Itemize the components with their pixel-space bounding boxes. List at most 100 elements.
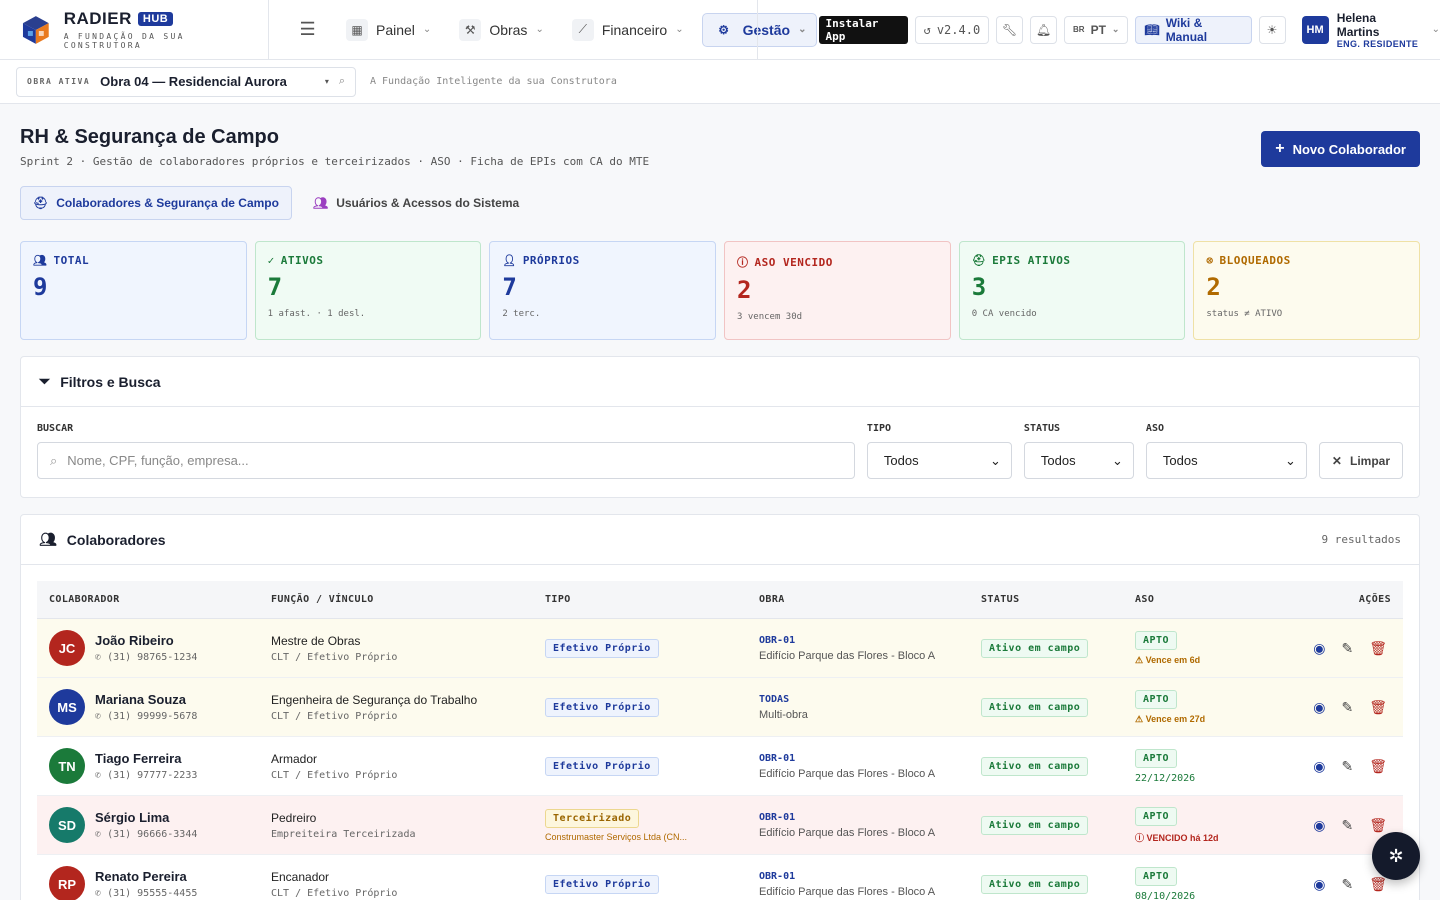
tipo-select[interactable]: Todos ⌄ <box>866 442 1012 479</box>
phone-icon: ✆ <box>95 711 102 722</box>
collaborator-name[interactable]: Sérgio Lima <box>95 810 197 825</box>
avatar: JC <box>49 630 85 666</box>
user-menu[interactable]: HM Helena Martins ENG. RESIDENTE ⌄ <box>1301 11 1440 49</box>
aso-note: ⚠ Vence em 27d <box>1135 714 1255 725</box>
pencil-icon[interactable]: ✎ <box>1341 758 1353 775</box>
eye-icon[interactable]: ◉ <box>1313 876 1325 893</box>
menu-icon[interactable]: ☰ <box>283 19 332 40</box>
collaborator-name[interactable]: Renato Pereira <box>95 869 197 884</box>
table-row[interactable]: SD Sérgio Lima ✆ (31) 96666-3344 Pedreir… <box>37 796 1403 855</box>
logo[interactable]: RADIER HUB A FUNDAÇÃO DA SUA CONSTRUTORA <box>0 0 270 60</box>
nav-gestao-label: Gestão <box>742 21 791 38</box>
pencil-icon[interactable]: ✎ <box>1341 876 1353 893</box>
phone-text: (31) 98765-1234 <box>107 652 198 663</box>
trash-icon[interactable]: 🗑︎ <box>1369 758 1387 775</box>
kpi-epis-value: 3 <box>971 273 987 301</box>
page-subtitle: Sprint 2 · Gestão de colaboradores própr… <box>20 155 650 168</box>
pencil-icon[interactable]: ✎ <box>1341 640 1353 657</box>
obra-select[interactable]: OBRA ATIVA Obra 04 — Residencial Aurora … <box>16 66 356 97</box>
bug-report-button[interactable]: ✲ <box>1372 832 1420 880</box>
nav-gestao[interactable]: ⚙ Gestão ⌄ <box>701 12 818 47</box>
status-badge: Ativo em campo <box>981 756 1089 776</box>
clear-label: Limpar <box>1349 453 1390 468</box>
clear-filters-button[interactable]: ✕ Limpar <box>1318 442 1403 479</box>
obra-code[interactable]: OBR-01 <box>759 635 981 646</box>
trash-icon[interactable]: 🗑︎ <box>1369 699 1387 716</box>
table-row[interactable]: RP Renato Pereira ✆ (31) 95555-4455 Enca… <box>37 855 1403 900</box>
collaborator-name[interactable]: Mariana Souza <box>95 692 197 707</box>
collaborator-phone: ✆ (31) 98765-1234 <box>95 652 197 663</box>
sun-icon: ☀ <box>1266 22 1278 37</box>
version-button[interactable]: ↺ v2.4.0 <box>914 15 990 44</box>
cube-logo-icon <box>22 15 49 44</box>
trash-icon[interactable]: 🗑︎ <box>1369 876 1387 893</box>
wrench-button[interactable]: 🔧︎ <box>996 15 1024 44</box>
obra-code[interactable]: OBR-01 <box>759 753 981 764</box>
nav-financeiro[interactable]: ⟋ Financeiro ⌄ <box>562 15 694 45</box>
table-row[interactable]: JC João Ribeiro ✆ (31) 98765-1234 Mestre… <box>37 619 1403 678</box>
install-app-button[interactable]: Instalar App <box>819 15 908 44</box>
version-label: v2.4.0 <box>936 22 981 37</box>
aso-badge: APTO <box>1135 748 1178 768</box>
col-status[interactable]: STATUS <box>981 594 1135 605</box>
tab-colaboradores[interactable]: ⛑︎ Colaboradores & Segurança de Campo <box>20 186 292 220</box>
kpi-proprios-label: PRÓPRIOS <box>522 254 580 267</box>
aso-select[interactable]: Todos ⌄ <box>1145 442 1307 479</box>
table-row[interactable]: MS Mariana Souza ✆ (31) 99999-5678 Engen… <box>37 678 1403 737</box>
notifications-button[interactable]: 🔔︎ <box>1030 15 1057 44</box>
alert-circle-icon: ⓘ <box>737 256 749 269</box>
kpi-total: 👥︎ TOTAL 9 <box>20 241 247 340</box>
eye-icon[interactable]: ◉ <box>1313 699 1325 716</box>
col-funcao[interactable]: FUNÇÃO / VÍNCULO <box>271 594 545 605</box>
eye-icon[interactable]: ◉ <box>1313 817 1325 834</box>
nav-obras[interactable]: ⚒ Obras ⌄ <box>449 15 554 45</box>
phone-icon: ✆ <box>95 652 102 663</box>
language-select[interactable]: BR PT ⌄ <box>1064 15 1129 44</box>
helmet-icon: ⛑︎ <box>33 196 49 210</box>
collaborator-name[interactable]: João Ribeiro <box>95 633 197 648</box>
kpi-bloqueados-value: 2 <box>1206 273 1221 301</box>
col-aso[interactable]: ASO <box>1135 594 1255 605</box>
col-tipo[interactable]: TIPO <box>545 594 759 605</box>
search-input[interactable]: ⌕ Nome, CPF, função, empresa... <box>37 442 855 479</box>
book-icon: 📖︎ <box>1144 22 1160 37</box>
alert-circle-icon: ⓘ <box>1135 832 1145 843</box>
obra-code[interactable]: OBR-01 <box>759 871 981 882</box>
chevron-down-icon: ⌄ <box>422 24 432 35</box>
aso-date: 22/12/2026 <box>1135 772 1196 784</box>
phone-text: (31) 96666-3344 <box>107 829 198 840</box>
obra-code[interactable]: TODAS <box>759 694 981 705</box>
obra-name: Obra 04 — Residencial Aurora <box>100 74 287 89</box>
kpi-total-value: 9 <box>33 273 48 301</box>
eye-icon[interactable]: ◉ <box>1313 640 1325 657</box>
language-label: PT <box>1090 22 1106 37</box>
kpi-aso-vencido: ⓘ ASO VENCIDO 2 3 vencem 30d <box>724 241 951 340</box>
flag-label: BR <box>1073 25 1085 34</box>
new-collaborator-label: Novo Colaborador <box>1292 141 1406 157</box>
col-colaborador[interactable]: COLABORADOR <box>37 594 271 605</box>
chevron-down-icon: ⌄ <box>798 24 807 35</box>
funcao: Mestre de Obras <box>271 633 361 648</box>
trash-icon[interactable]: 🗑︎ <box>1369 817 1387 834</box>
vinculo: Empreiteira Terceirizada <box>271 828 416 840</box>
status-select[interactable]: Todos ⌄ <box>1023 442 1134 479</box>
nav-painel[interactable]: ▦ Painel ⌄ <box>336 15 441 45</box>
col-obra[interactable]: OBRA <box>759 594 981 605</box>
pencil-icon[interactable]: ✎ <box>1341 817 1353 834</box>
table-header: COLABORADOR FUNÇÃO / VÍNCULO TIPO OBRA S… <box>37 581 1403 619</box>
chevron-down-icon: ⌄ <box>1285 452 1296 468</box>
wiki-button[interactable]: 📖︎ Wiki & Manual <box>1135 15 1252 44</box>
collaborator-name[interactable]: Tiago Ferreira <box>95 751 197 766</box>
chevron-down-icon: ⌄ <box>1112 452 1123 468</box>
chevron-down-icon: ⌄ <box>675 24 684 35</box>
tab-usuarios[interactable]: 👥︎ Usuários & Acessos do Sistema <box>300 186 532 220</box>
theme-toggle[interactable]: ☀ <box>1258 15 1286 44</box>
trash-icon[interactable]: 🗑︎ <box>1369 640 1387 657</box>
eye-icon[interactable]: ◉ <box>1313 758 1325 775</box>
nav-financeiro-label: Financeiro <box>601 21 668 38</box>
pencil-icon[interactable]: ✎ <box>1341 699 1353 716</box>
obra-code[interactable]: OBR-01 <box>759 812 981 823</box>
new-collaborator-button[interactable]: + Novo Colaborador <box>1261 131 1420 167</box>
tipo-value: Todos <box>883 453 919 468</box>
table-row[interactable]: TN Tiago Ferreira ✆ (31) 97777-2233 Arma… <box>37 737 1403 796</box>
